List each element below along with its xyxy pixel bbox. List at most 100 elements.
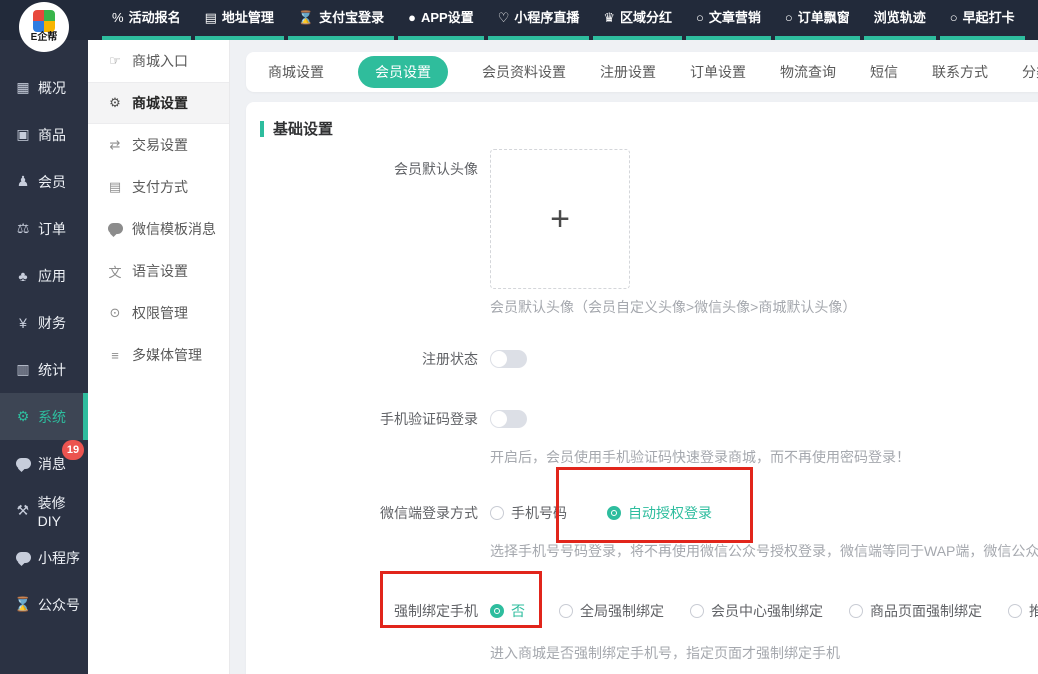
submenu-item-payment[interactable]: ▤支付方式 <box>88 166 229 208</box>
heart-icon: ♡ <box>498 10 510 25</box>
form-row-register-status: 注册状态 <box>258 339 1038 379</box>
avatar-upload-box[interactable]: + <box>490 149 630 289</box>
sidebar-item-official-account[interactable]: ⌛公众号 <box>0 581 88 628</box>
link-icon: % <box>112 10 124 25</box>
submenu-item-mall-settings[interactable]: ⚙商城设置 <box>88 82 229 124</box>
submenu-item-trade-settings[interactable]: ⇄交易设置 <box>88 124 229 166</box>
sidebar-item-system[interactable]: ⚙系统 <box>0 393 88 440</box>
apps-icon: ♣ <box>13 268 33 284</box>
radio-product-page-bind[interactable]: 商品页面强制绑定 <box>849 601 982 621</box>
sidebar: ▦概况 ▣商品 ♟会员 ⚖订单 ♣应用 ¥财务 ▥统计 ⚙系统 消息19 ⚒装修… <box>0 40 88 674</box>
credit-card-icon: ▤ <box>105 179 125 195</box>
list-icon: ≡ <box>105 348 125 363</box>
logo-mark-icon <box>33 10 55 32</box>
radio-circle-icon <box>690 604 704 618</box>
exchange-icon: ⇄ <box>105 137 125 153</box>
sidebar-item-diy[interactable]: ⚒装修DIY <box>0 487 88 534</box>
tab-sms[interactable]: 短信 <box>870 62 898 82</box>
topbar: %活动报名 ▤地址管理 ⌛支付宝登录 ●APP设置 ♡小程序直播 ♛区域分红 ○… <box>0 0 1038 40</box>
topbar-item-address[interactable]: ▤地址管理 <box>195 0 284 40</box>
hammer-icon: ⚒ <box>13 502 33 519</box>
submenu-item-permission[interactable]: ⊙权限管理 <box>88 292 229 334</box>
radio-member-center-bind[interactable]: 会员中心强制绑定 <box>690 601 823 621</box>
sidebar-item-overview[interactable]: ▦概况 <box>0 64 88 111</box>
wechat-login-label: 微信端登录方式 <box>258 493 490 561</box>
message-count-badge: 19 <box>62 440 84 460</box>
tab-order-settings[interactable]: 订单设置 <box>690 62 746 82</box>
radio-circle-icon <box>849 604 863 618</box>
sidebar-item-orders[interactable]: ⚖订单 <box>0 205 88 252</box>
avatar-hint: 会员默认头像（会员自定义头像>微信头像>商城默认头像） <box>490 297 1038 317</box>
sms-login-hint: 开启后，会员使用手机验证码快速登录商城，而不再使用密码登录！ <box>490 447 1038 467</box>
tab-logistics[interactable]: 物流查询 <box>780 62 836 82</box>
radio-phone-number[interactable]: 手机号码 <box>490 503 567 523</box>
hourglass-icon: ⌛ <box>13 596 33 613</box>
gear-icon: ⚙ <box>13 408 33 425</box>
topbar-item-app[interactable]: ●APP设置 <box>398 0 484 40</box>
submenu-item-mall-entry[interactable]: ☞商城入口 <box>88 40 229 82</box>
circle-icon: ○ <box>785 10 793 25</box>
sidebar-item-messages[interactable]: 消息19 <box>0 440 88 487</box>
cart-icon: ⚖ <box>13 220 33 237</box>
sidebar-item-apps[interactable]: ♣应用 <box>0 252 88 299</box>
radio-circle-icon <box>559 604 573 618</box>
tab-contact[interactable]: 联系方式 <box>932 62 988 82</box>
sidebar-item-stats[interactable]: ▥统计 <box>0 346 88 393</box>
tabs-bar: 商城设置 会员设置 会员资料设置 注册设置 订单设置 物流查询 短信 联系方式 … <box>246 52 1038 92</box>
submenu-item-language[interactable]: 文语言设置 <box>88 250 229 292</box>
radio-circle-icon <box>490 506 504 520</box>
sidebar-item-finance[interactable]: ¥财务 <box>0 299 88 346</box>
address-card-icon: ▤ <box>205 10 217 25</box>
form-row-sms-login: 手机验证码登录 开启后，会员使用手机验证码快速登录商城，而不再使用密码登录！ <box>258 399 1038 467</box>
form-row-wechat-login: 微信端登录方式 手机号码 自动授权登录 选择手机号号码登录，将不再使用微信公众号… <box>258 493 1038 561</box>
topbar-item-article[interactable]: ○文章营销 <box>686 0 771 40</box>
chat-bubble-icon <box>13 456 33 472</box>
sidebar-item-goods[interactable]: ▣商品 <box>0 111 88 158</box>
members-icon: ♟ <box>13 173 33 190</box>
tab-mall-settings[interactable]: 商城设置 <box>268 62 324 82</box>
submenu-item-media[interactable]: ≡多媒体管理 <box>88 334 229 376</box>
radio-global-bind[interactable]: 全局强制绑定 <box>559 601 664 621</box>
sidebar-item-members[interactable]: ♟会员 <box>0 158 88 205</box>
register-status-toggle[interactable] <box>490 350 527 368</box>
form-row-avatar: 会员默认头像 + 会员默认头像（会员自定义头像>微信头像>商城默认头像） <box>258 149 1038 317</box>
content-area: 商城设置 会员设置 会员资料设置 注册设置 订单设置 物流查询 短信 联系方式 … <box>230 40 1038 674</box>
section-title: 基础设置 <box>273 118 333 139</box>
radio-promo-bind[interactable]: 推广 <box>1008 601 1038 621</box>
circle-icon: ○ <box>696 10 704 25</box>
radio-auto-auth[interactable]: 自动授权登录 <box>607 503 712 523</box>
app-logo[interactable]: E企帮 <box>19 2 69 52</box>
topbar-item-checkin[interactable]: ○早起打卡 <box>940 0 1025 40</box>
force-bind-hint: 进入商城是否强制绑定手机号，指定页面才强制绑定手机 <box>490 643 1038 663</box>
sms-login-toggle[interactable] <box>490 410 527 428</box>
tab-member-profile-settings[interactable]: 会员资料设置 <box>482 62 566 82</box>
tab-member-settings[interactable]: 会员设置 <box>358 56 448 88</box>
section-accent-bar <box>260 121 264 137</box>
plus-icon: + <box>550 200 570 239</box>
language-icon: 文 <box>105 262 125 281</box>
tab-register-settings[interactable]: 注册设置 <box>600 62 656 82</box>
wechat-login-hint: 选择手机号号码登录，将不再使用微信公众号授权登录，微信端等同于WAP端，微信公众… <box>490 541 1038 561</box>
sidebar-item-miniprogram[interactable]: 小程序 <box>0 534 88 581</box>
settings-panel: 基础设置 会员默认头像 + 会员默认头像（会员自定义头像>微信头像>商城默认头像… <box>246 102 1038 674</box>
entry-hand-icon: ☞ <box>105 53 125 69</box>
tab-category[interactable]: 分类 <box>1022 62 1038 82</box>
sms-login-label: 手机验证码登录 <box>258 399 490 467</box>
trophy-icon: ♛ <box>603 10 615 25</box>
topbar-item-live[interactable]: ♡小程序直播 <box>488 0 590 40</box>
topbar-item-activity[interactable]: %活动报名 <box>102 0 191 40</box>
force-bind-label: 强制绑定手机 <box>258 591 490 663</box>
topbar-item-order-popup[interactable]: ○订单飘窗 <box>775 0 860 40</box>
logo-text: E企帮 <box>31 32 58 44</box>
topbar-item-alipay[interactable]: ⌛支付宝登录 <box>288 0 394 40</box>
stats-icon: ▥ <box>13 361 33 378</box>
topbar-item-region[interactable]: ♛区域分红 <box>593 0 682 40</box>
overview-icon: ▦ <box>13 79 33 96</box>
gear-icon: ⚙ <box>105 95 125 111</box>
section-header: 基础设置 <box>258 116 1038 139</box>
submenu-item-wechat-template[interactable]: 微信模板消息 <box>88 208 229 250</box>
radio-no[interactable]: 否 <box>490 601 525 621</box>
permission-icon: ⊙ <box>105 305 125 321</box>
wechat-icon <box>105 222 125 237</box>
topbar-item-track[interactable]: 浏览轨迹 <box>864 0 936 40</box>
